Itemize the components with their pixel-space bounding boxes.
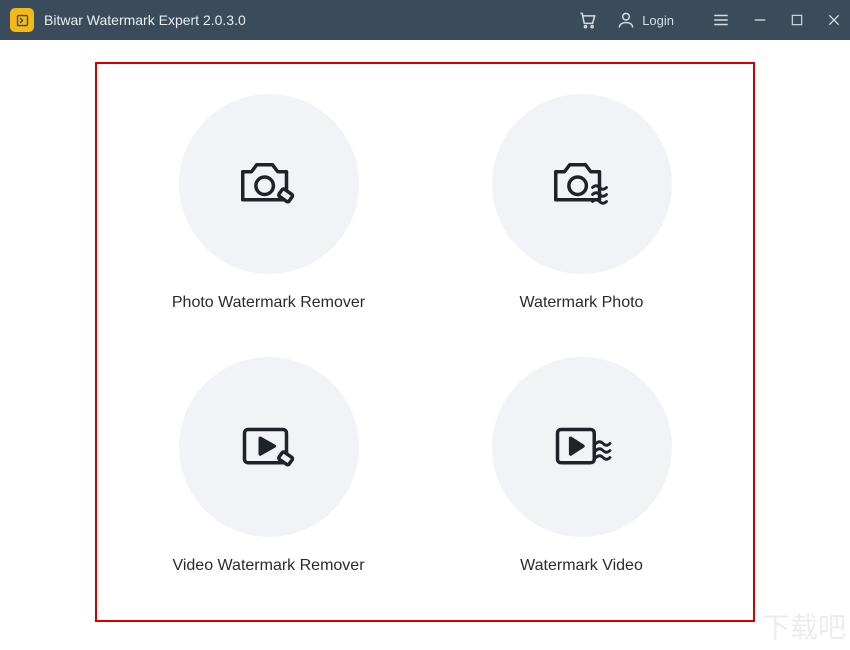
video-wave-icon <box>547 417 617 477</box>
card-photo-watermark-remover[interactable]: Photo Watermark Remover <box>127 94 410 337</box>
card-watermark-photo[interactable]: Watermark Photo <box>440 94 723 337</box>
feature-circle <box>179 357 359 537</box>
feature-circle <box>492 357 672 537</box>
feature-circle <box>492 94 672 274</box>
login-label: Login <box>642 13 674 28</box>
feature-grid: Photo Watermark Remover Watermark Photo <box>95 62 755 622</box>
card-video-watermark-remover[interactable]: Video Watermark Remover <box>127 357 410 600</box>
login-button[interactable]: Login <box>616 10 674 30</box>
titlebar: Bitwar Watermark Expert 2.0.3.0 Login <box>0 0 850 40</box>
camera-wave-icon <box>547 154 617 214</box>
user-icon <box>616 10 636 30</box>
video-erase-icon <box>234 417 304 477</box>
main-area: Photo Watermark Remover Watermark Photo <box>0 40 850 650</box>
card-label: Photo Watermark Remover <box>172 294 365 312</box>
card-watermark-video[interactable]: Watermark Video <box>440 357 723 600</box>
app-title: Bitwar Watermark Expert 2.0.3.0 <box>44 12 246 28</box>
menu-icon[interactable] <box>712 11 730 29</box>
camera-erase-icon <box>234 154 304 214</box>
close-icon[interactable] <box>826 12 842 28</box>
feature-circle <box>179 94 359 274</box>
cart-icon[interactable] <box>578 10 598 30</box>
minimize-icon[interactable] <box>752 12 768 28</box>
app-logo <box>10 8 34 32</box>
card-label: Video Watermark Remover <box>172 557 364 575</box>
maximize-icon[interactable] <box>790 13 804 27</box>
card-label: Watermark Video <box>520 557 643 575</box>
card-label: Watermark Photo <box>520 294 644 312</box>
